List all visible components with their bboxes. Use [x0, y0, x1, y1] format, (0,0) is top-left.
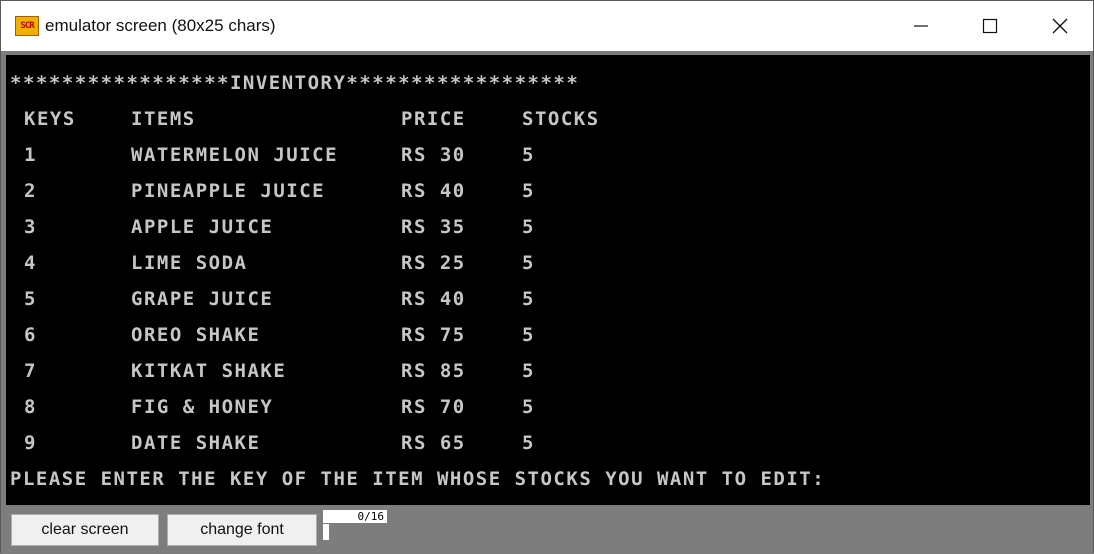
maximize-icon: [982, 18, 998, 34]
row-key: 6: [24, 324, 37, 346]
row-item: DATE SHAKE: [131, 432, 261, 454]
row-key: 7: [24, 360, 37, 382]
row-price: RS 40: [401, 288, 466, 310]
row-item: WATERMELON JUICE: [131, 144, 339, 166]
close-icon: [1052, 18, 1068, 34]
emulator-window: SCR emulator screen (80x25 chars) ******…: [0, 0, 1094, 554]
table-row: 8 FIG & HONEY RS 70 5: [10, 397, 1086, 433]
table-row: 4 LIME SODA RS 25 5: [10, 253, 1086, 289]
row-item: FIG & HONEY: [131, 396, 274, 418]
bottom-toolbar: clear screen change font 0/16: [1, 506, 1093, 554]
row-stock: 5: [522, 216, 535, 238]
row-key: 5: [24, 288, 37, 310]
row-stock: 5: [522, 180, 535, 202]
clear-screen-button[interactable]: clear screen: [11, 514, 159, 546]
row-stock: 5: [522, 144, 535, 166]
input-prompt: PLEASE ENTER THE KEY OF THE ITEM WHOSE S…: [10, 468, 826, 490]
inventory-banner: *****************INVENTORY**************…: [10, 72, 580, 94]
row-item: PINEAPPLE JUICE: [131, 180, 326, 202]
table-header: KEYS ITEMS PRICE STOCKS: [10, 109, 1086, 145]
row-price: RS 25: [401, 252, 466, 274]
table-row: 9 DATE SHAKE RS 65 5: [10, 433, 1086, 469]
char-counter: 0/16: [323, 510, 387, 523]
row-stock: 5: [522, 432, 535, 454]
row-item: KITKAT SHAKE: [131, 360, 287, 382]
close-button[interactable]: [1037, 1, 1083, 51]
table-row: 7 KITKAT SHAKE RS 85 5: [10, 361, 1086, 397]
row-price: RS 65: [401, 432, 466, 454]
row-stock: 5: [522, 288, 535, 310]
row-price: RS 70: [401, 396, 466, 418]
keyboard-input-field[interactable]: [323, 524, 329, 540]
header-stocks: STOCKS: [522, 108, 600, 130]
row-key: 3: [24, 216, 37, 238]
row-key: 8: [24, 396, 37, 418]
minimize-button[interactable]: [898, 1, 944, 51]
header-items: ITEMS: [131, 108, 196, 130]
row-item: GRAPE JUICE: [131, 288, 274, 310]
window-title: emulator screen (80x25 chars): [45, 16, 276, 35]
row-key: 4: [24, 252, 37, 274]
minimize-icon: [914, 25, 928, 27]
row-key: 2: [24, 180, 37, 202]
row-price: RS 85: [401, 360, 466, 382]
table-row: 2 PINEAPPLE JUICE RS 40 5: [10, 181, 1086, 217]
app-icon: SCR: [15, 16, 39, 36]
row-item: LIME SODA: [131, 252, 248, 274]
change-font-button[interactable]: change font: [167, 514, 317, 546]
header-price: PRICE: [401, 108, 466, 130]
row-item: APPLE JUICE: [131, 216, 274, 238]
row-price: RS 75: [401, 324, 466, 346]
row-stock: 5: [522, 324, 535, 346]
table-row: 1 WATERMELON JUICE RS 30 5: [10, 145, 1086, 181]
row-price: RS 35: [401, 216, 466, 238]
row-item: OREO SHAKE: [131, 324, 261, 346]
row-stock: 5: [522, 396, 535, 418]
row-price: RS 40: [401, 180, 466, 202]
table-row: 3 APPLE JUICE RS 35 5: [10, 217, 1086, 253]
row-stock: 5: [522, 360, 535, 382]
title-bar[interactable]: SCR emulator screen (80x25 chars): [1, 1, 1093, 51]
row-price: RS 30: [401, 144, 466, 166]
row-stock: 5: [522, 252, 535, 274]
table-row: 6 OREO SHAKE RS 75 5: [10, 325, 1086, 361]
header-keys: KEYS: [24, 108, 76, 130]
terminal-screen[interactable]: *****************INVENTORY**************…: [6, 55, 1090, 505]
row-key: 1: [24, 144, 37, 166]
row-key: 9: [24, 432, 37, 454]
maximize-button[interactable]: [967, 1, 1013, 51]
table-row: 5 GRAPE JUICE RS 40 5: [10, 289, 1086, 325]
